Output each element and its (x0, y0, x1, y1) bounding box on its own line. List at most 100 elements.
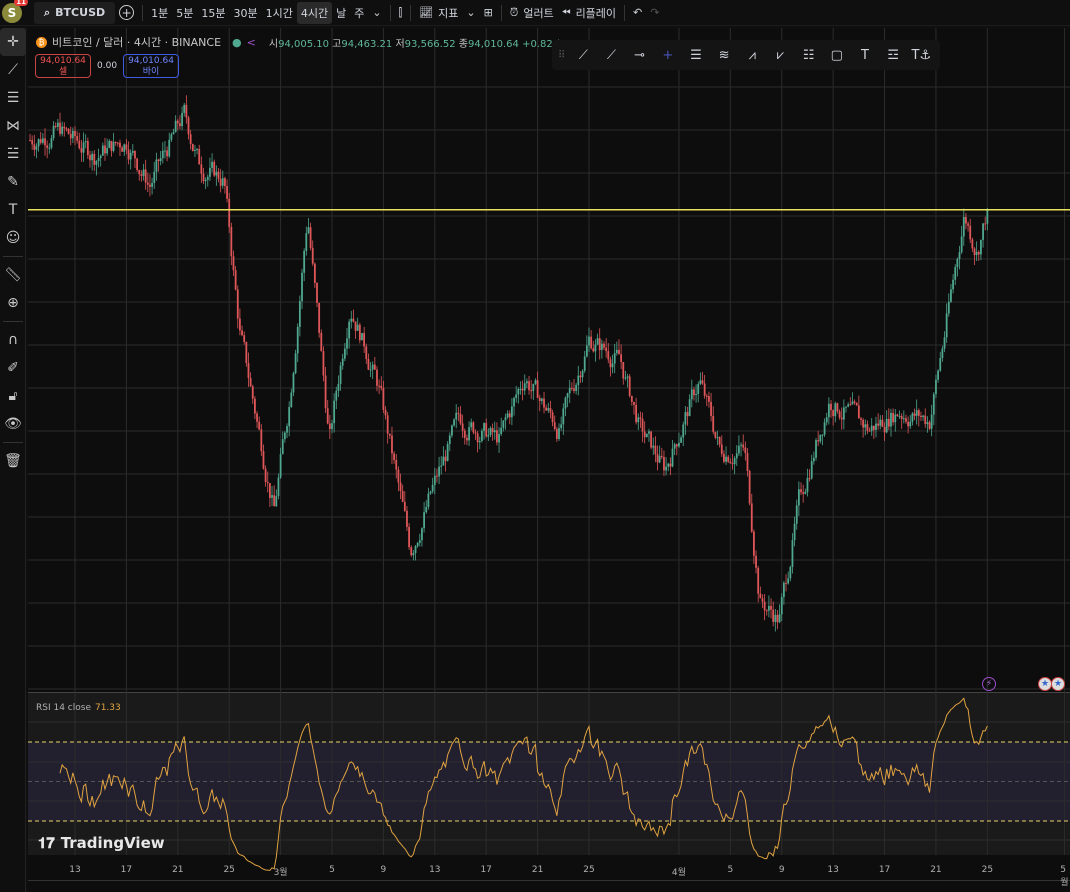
candle-up (821, 434, 824, 436)
text-icon[interactable]: T (852, 43, 877, 67)
candle-down (472, 422, 475, 433)
x-tick-label: 13 (69, 865, 81, 875)
candle-up (870, 425, 873, 432)
candle-up (588, 336, 590, 346)
candle-up (566, 393, 569, 398)
fib-retracement-icon[interactable]: ☷ (796, 43, 821, 67)
candle-up (980, 239, 982, 255)
x-tick-label: 13 (429, 865, 441, 875)
sell-button[interactable]: 94,010.64 셀 (35, 54, 91, 78)
candle-up (562, 408, 565, 425)
candle-up (106, 147, 109, 154)
candle-down (403, 501, 406, 511)
candle-down (134, 150, 136, 159)
candle-up (960, 236, 963, 253)
candle-up (221, 178, 224, 186)
candle-down (86, 141, 89, 155)
ohlc-values: 시94,005.10 고94,463.21 저93,566.52 종94,010… (269, 35, 584, 50)
horizontal-ray-icon[interactable]: ⊸ (627, 43, 652, 67)
candle-up (547, 408, 550, 411)
cross-line-icon[interactable]: + (655, 43, 680, 67)
candle-down (436, 475, 438, 477)
candle-up (433, 475, 436, 485)
trend-line-icon[interactable]: ⟋ (571, 43, 596, 67)
legend-title: 비트코인 / 달러 · 4시간 · BINANCE (52, 36, 222, 49)
buy-button[interactable]: 94,010.64 바이 (123, 54, 180, 78)
candle-up (91, 153, 94, 161)
candle-down (598, 338, 601, 351)
candle-down (200, 164, 203, 174)
candle-up (292, 373, 295, 393)
candle-up (99, 155, 102, 159)
candle-down (39, 139, 42, 143)
tv-logo-icon: 𝟏𝟕 (38, 834, 55, 852)
candle-down (543, 398, 545, 408)
candle-down (744, 447, 747, 454)
candle-up (448, 435, 451, 445)
candle-up (958, 252, 961, 260)
candle-down (862, 419, 865, 428)
candle-up (356, 324, 359, 331)
x-tick-label: 9 (778, 865, 785, 875)
fib-extension-icon[interactable]: ☲ (881, 43, 906, 67)
candle-up (286, 426, 288, 433)
candle-down (748, 470, 751, 504)
us-flag-event-icon[interactable]: ★ (1038, 677, 1052, 691)
candle-up (797, 489, 800, 506)
candle-up (613, 353, 616, 364)
xabcd-pattern-icon[interactable]: ⩘ (740, 43, 765, 67)
event-flash-icon[interactable]: ⚡ (982, 677, 996, 691)
candle-down (54, 125, 57, 127)
candle-up (283, 432, 286, 440)
candle-up (468, 427, 470, 441)
candle-down (273, 495, 276, 507)
candle-up (48, 147, 51, 149)
candle-up (519, 388, 522, 390)
abcd-pattern-icon[interactable]: ⩗ (768, 43, 793, 67)
ray-icon[interactable]: ⟋ (599, 43, 624, 67)
candle-down (397, 469, 400, 483)
candle-up (926, 422, 929, 425)
candle-up (418, 540, 421, 543)
anchored-text-icon[interactable]: T⚓︎ (909, 43, 934, 67)
candle-up (470, 422, 473, 428)
candle-down (399, 482, 402, 491)
candle-up (112, 141, 115, 151)
parallel-channel-icon[interactable]: ☰ (683, 43, 708, 67)
candle-down (149, 184, 151, 187)
candle-up (624, 377, 627, 379)
candle-up (774, 614, 777, 622)
candle-down (727, 456, 730, 462)
candle-up (209, 167, 211, 177)
candle-up (596, 338, 599, 345)
drag-handle-icon[interactable]: ⠿ (558, 50, 568, 61)
tradingview-logo[interactable]: 𝟏𝟕 TradingView (38, 834, 165, 852)
candle-up (939, 358, 942, 371)
candle-down (928, 422, 931, 429)
candle-down (328, 423, 331, 430)
candle-down (761, 598, 764, 602)
candle-down (127, 149, 130, 160)
us-flag-event-icon[interactable]: ★ (1051, 677, 1065, 691)
candle-up (371, 364, 374, 370)
chart-canvas[interactable] (0, 0, 1070, 892)
candle-down (860, 418, 862, 420)
candle-down (984, 223, 987, 225)
spread-value: 0.00 (97, 61, 118, 71)
candle-down (365, 346, 368, 359)
regression-trend-icon[interactable]: ≋ (712, 43, 737, 67)
candle-down (313, 263, 316, 283)
candle-down (247, 363, 250, 379)
candle-up (577, 375, 580, 385)
candle-down (406, 510, 408, 527)
candle-down (710, 401, 712, 416)
candle-up (909, 421, 912, 427)
candle-up (451, 425, 453, 436)
sell-label: 셀 (58, 67, 68, 77)
candle-up (943, 337, 946, 349)
candle-down (320, 332, 323, 352)
rectangle-icon[interactable]: ▢ (824, 43, 849, 67)
candle-up (56, 122, 59, 127)
candle-up (615, 349, 618, 354)
candle-down (230, 226, 233, 257)
